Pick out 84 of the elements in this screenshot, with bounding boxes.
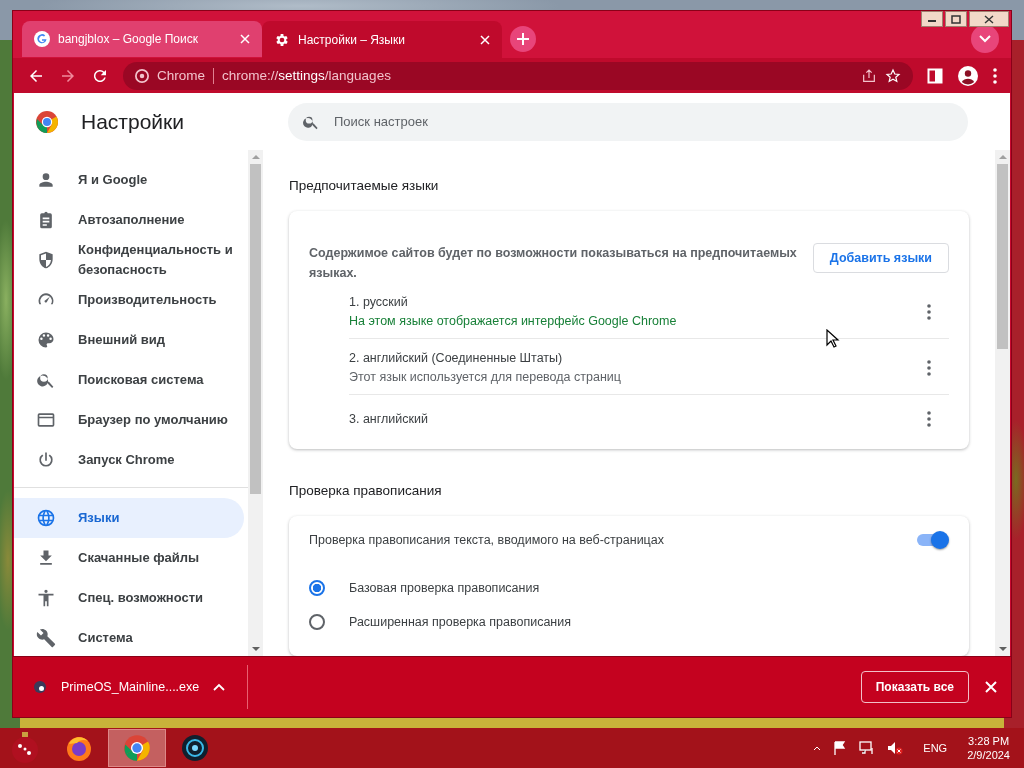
close-icon[interactable] (240, 34, 250, 44)
fox-icon (65, 734, 93, 762)
site-label: Chrome (157, 68, 205, 83)
sidebar-item[interactable]: Скачанные файлы (14, 538, 244, 578)
ornament-icon[interactable] (10, 731, 40, 765)
minimize-button[interactable] (921, 11, 943, 27)
caret-icon[interactable] (813, 745, 822, 751)
section-heading: Предпочитаемые языки (289, 178, 440, 193)
sidebar-item[interactable]: Браузер по умолчанию (14, 400, 244, 440)
close-icon[interactable] (985, 681, 997, 693)
flag-icon[interactable] (833, 741, 848, 755)
palette-icon (36, 330, 56, 350)
new-tab-button[interactable] (510, 26, 536, 52)
chevron-down-icon (979, 35, 991, 43)
section-heading: Проверка правописания (289, 483, 443, 498)
add-languages-button[interactable]: Добавить языки (812, 243, 949, 273)
sidebar-item[interactable]: Производительность (14, 280, 244, 320)
shield-icon (36, 250, 56, 270)
restore-icon (951, 14, 961, 24)
description-text: Содержимое сайтов будет по возможности показываться на предпочитаемых языках. (309, 245, 798, 282)
sidebar-item[interactable]: Автозаполнение (14, 200, 244, 240)
more-icon[interactable] (927, 303, 931, 320)
url-text: chrome://settings/languages (222, 68, 391, 83)
orb-icon (181, 734, 209, 762)
language-name: 3. английский (349, 412, 428, 426)
language-note: Этот язык используется для перевода страниц (349, 370, 621, 384)
chrome-logo-icon (35, 109, 59, 134)
download-item[interactable]: PrimeOS_Mainline....exe (33, 680, 240, 694)
globe-icon (36, 508, 56, 528)
search-field[interactable]: Поиск настроек (288, 102, 968, 141)
network-icon[interactable] (859, 741, 876, 755)
more-icon[interactable] (927, 411, 931, 427)
accessibility-icon (36, 588, 56, 608)
radio-button[interactable] (309, 580, 325, 596)
scrollbar[interactable] (248, 150, 263, 656)
settings-title: Настройки (81, 109, 184, 134)
gear-icon (274, 31, 290, 48)
browser-tab[interactable]: Настройки – Языки (262, 21, 502, 58)
clock-time[interactable]: 3:28 PM (968, 734, 1010, 748)
browser-window-icon (36, 410, 56, 430)
show-all-button[interactable]: Показать все (860, 671, 969, 703)
clock-date[interactable]: 2/9/2024 (967, 748, 1010, 762)
chrome-icon (123, 734, 151, 762)
share-icon[interactable] (861, 67, 877, 84)
scrollbar[interactable] (995, 150, 1010, 656)
sidebar-item[interactable]: Я и Google (14, 160, 244, 200)
language-indicator[interactable]: ENG (923, 742, 948, 754)
sidebar-item[interactable]: Спец. возможности (14, 578, 244, 618)
close-icon (984, 14, 994, 24)
menu-icon[interactable] (993, 67, 997, 84)
restore-button[interactable] (945, 11, 967, 27)
muted-speaker-icon[interactable] (887, 741, 904, 755)
sidebar-item[interactable]: Языки (14, 498, 244, 538)
side-panel-icon[interactable] (927, 67, 943, 84)
file-icon (33, 680, 47, 694)
chrome-icon (135, 68, 149, 83)
sidebar-item[interactable]: Конфиденциальность и безопасность (14, 240, 244, 280)
sidebar-item[interactable]: Внешний вид (14, 320, 244, 360)
profile-icon[interactable] (957, 64, 979, 87)
plus-icon (516, 32, 530, 46)
toggle-label: Проверка правописания текста, вводимого на веб-страницах (309, 533, 664, 547)
person-icon (36, 170, 56, 190)
cursor-icon (826, 329, 840, 349)
sidebar-item[interactable]: Поисковая система (14, 360, 244, 400)
language-name: 1. русский (349, 295, 409, 309)
address-bar[interactable]: Chrome chrome://settings/languages (123, 61, 913, 90)
toggle-switch[interactable] (917, 534, 947, 546)
chevron-up-icon[interactable] (213, 683, 226, 691)
option-label: Базовая проверка правописания (349, 581, 540, 595)
google-icon (34, 31, 50, 47)
power-icon (36, 450, 56, 470)
browser-tab[interactable]: bangjblox – Google Поиск (22, 21, 262, 57)
language-note: На этом языке отображается интерфейс Google Chrome (349, 314, 677, 328)
language-name: 2. английский (Соединенные Штаты) (349, 351, 564, 365)
wrench-icon (36, 628, 56, 648)
sidebar-item[interactable]: Запуск Chrome (14, 440, 244, 480)
close-icon[interactable] (480, 34, 490, 45)
tab-search-button[interactable] (971, 25, 999, 53)
star-icon[interactable] (885, 67, 901, 84)
close-button[interactable] (969, 11, 1009, 27)
sidebar-item[interactable]: Система (14, 618, 244, 656)
radio-button[interactable] (309, 614, 325, 630)
option-label: Расширенная проверка правописания (349, 615, 571, 629)
more-icon[interactable] (927, 359, 931, 376)
